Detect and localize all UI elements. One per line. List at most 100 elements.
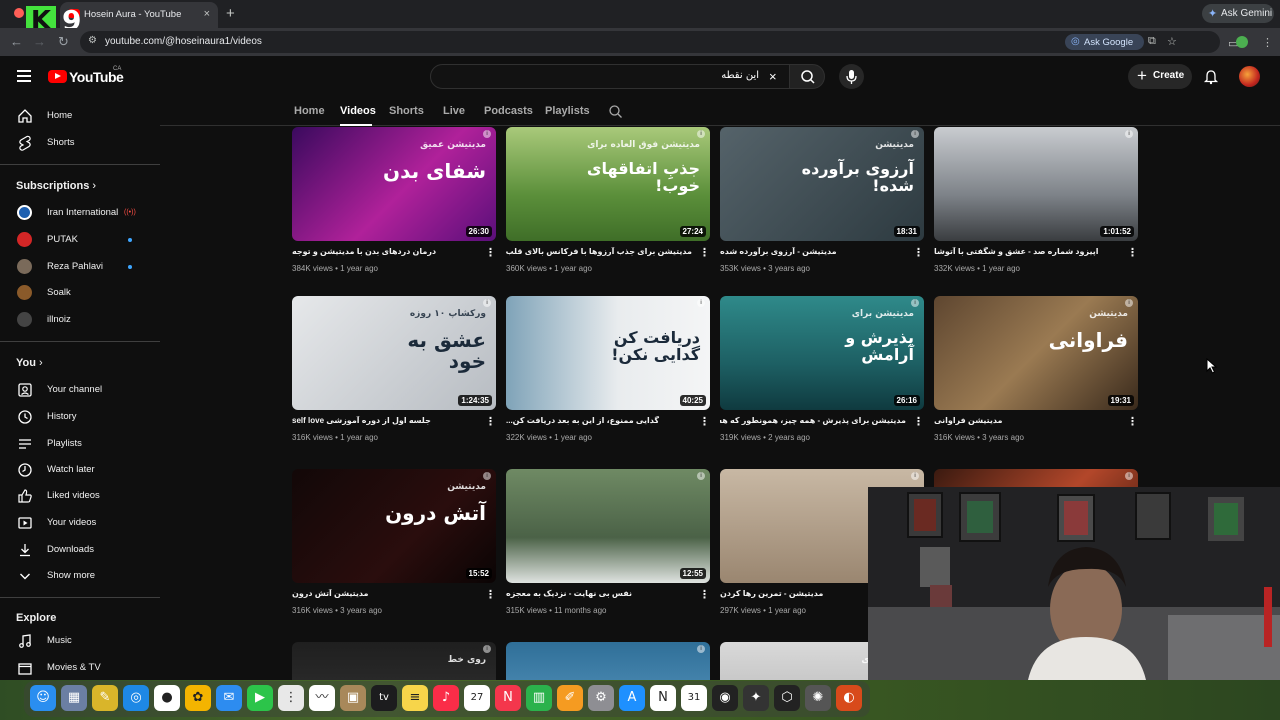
more-actions-icon[interactable]: ⋮ — [485, 415, 496, 428]
tab-live[interactable]: Live — [443, 105, 465, 117]
browser-tab[interactable]: Hosein Aura - YouTube × — [60, 2, 218, 28]
app-icon-2[interactable]: ▣ — [340, 685, 366, 711]
video-thumbnail[interactable]: دریافت کن گدایی نکن! i 40:25 — [506, 296, 710, 410]
account-avatar[interactable] — [1239, 66, 1260, 87]
back-arrow-icon[interactable]: ← — [10, 34, 23, 49]
video-thumbnail[interactable]: i 12:55 — [506, 469, 710, 583]
new-tab-button[interactable]: + — [226, 5, 235, 22]
app-store-icon[interactable]: A — [619, 685, 645, 711]
notifications-bell-icon[interactable] — [1203, 69, 1219, 85]
you-heading[interactable]: You › — [16, 357, 43, 369]
tab-podcasts[interactable]: Podcasts — [484, 105, 533, 117]
sidebar-item-history[interactable]: History — [0, 404, 160, 430]
profile-avatar-icon[interactable] — [1236, 36, 1248, 48]
video-thumbnail[interactable]: مدیتیشن برای پذیرش و آرامش i 26:16 — [720, 296, 924, 410]
music-icon[interactable]: ♪ — [433, 685, 459, 711]
info-icon[interactable]: i — [911, 472, 919, 480]
sidebar-item-playlists[interactable]: Playlists — [0, 431, 160, 457]
video-card[interactable]: i 12:55 نفس بی نهایت - نزدیک به معجزه 315K … — [506, 469, 710, 615]
more-actions-icon[interactable]: ⋮ — [485, 246, 496, 259]
ask-gemini-button[interactable]: ✦ Ask Gemini — [1202, 4, 1274, 23]
video-card[interactable]: مدیتیشن فوق العاده برای جذبِ اتفاقهای خوب… — [506, 127, 710, 273]
info-icon[interactable]: i — [697, 130, 705, 138]
video-card[interactable]: مدیتیشن برای پذیرش و آرامش i 26:16 مدیتیشن ب… — [720, 296, 924, 442]
video-thumbnail[interactable]: مدیتیشن فراوانی i 19:31 — [934, 296, 1138, 410]
video-title[interactable]: مدیتیشن فراوانی — [934, 416, 1120, 425]
info-icon[interactable]: i — [697, 299, 705, 307]
app-icon[interactable]: ✎ — [92, 685, 118, 711]
more-actions-icon[interactable]: ⋮ — [699, 415, 710, 428]
app-icon-7[interactable]: ◐ — [836, 685, 862, 711]
more-actions-icon[interactable]: ⋮ — [699, 588, 710, 601]
more-actions-icon[interactable]: ⋮ — [485, 588, 496, 601]
video-title[interactable]: مدیتیشن آتش درون — [292, 589, 478, 598]
site-settings-icon[interactable]: ⚙ — [88, 35, 97, 46]
video-card[interactable]: i 1:01:52 اپیزود شماره صد - عشق و شگفتی با… — [934, 127, 1138, 273]
forward-arrow-icon[interactable]: → — [33, 34, 46, 49]
more-actions-icon[interactable]: ⋮ — [913, 415, 924, 428]
safari-icon[interactable]: ◎ — [123, 685, 149, 711]
sidebar-item-your-channel[interactable]: Your channel — [0, 377, 160, 403]
video-thumbnail[interactable]: i 1:01:52 — [934, 127, 1138, 241]
search-box[interactable]: × — [430, 64, 790, 89]
video-title[interactable]: درمان دردهای بدن با مدیتیشن و توجه — [292, 247, 478, 256]
video-thumbnail[interactable]: مدیتیشن فوق العاده برای جذبِ اتفاقهای خوب… — [506, 127, 710, 241]
more-actions-icon[interactable]: ⋮ — [699, 246, 710, 259]
video-title[interactable]: نفس بی نهایت - نزدیک به معجزه — [506, 589, 692, 598]
info-icon[interactable]: i — [911, 130, 919, 138]
facetime-icon[interactable]: ▶ — [247, 685, 273, 711]
info-icon[interactable]: i — [483, 299, 491, 307]
tab-shorts[interactable]: Shorts — [389, 105, 424, 117]
freeform-icon[interactable]: 〰 — [309, 685, 335, 711]
search-button[interactable] — [789, 64, 825, 89]
create-button[interactable]: + Create — [1128, 64, 1192, 89]
video-title[interactable]: اپیزود شماره صد - عشق و شگفتی با آتوشا — [934, 247, 1120, 256]
sidebar-item-shorts[interactable]: Shorts — [0, 130, 160, 156]
tab-close-icon[interactable]: × — [204, 8, 210, 20]
video-card[interactable]: مدیتیشن آرزوی برآورده شده! i 18:31 مدیتیشن -… — [720, 127, 924, 273]
video-card[interactable]: i — [506, 642, 710, 680]
video-title[interactable]: مدیتیشن برای پذیرش - همه چیز، همونطور که… — [720, 416, 906, 425]
info-icon[interactable]: i — [697, 645, 705, 653]
video-card[interactable]: ورکشاپ ۱۰ روزه عشق به خود i 1:24:35 جلسه اول… — [292, 296, 496, 442]
info-icon[interactable]: i — [1125, 472, 1133, 480]
news-icon[interactable]: N — [495, 685, 521, 711]
video-card[interactable]: مدیتیشن فراوانی i 19:31 مدیتیشن فراوانی 316K … — [934, 296, 1138, 442]
info-icon[interactable]: i — [911, 299, 919, 307]
app-icon-4[interactable]: ✦ — [743, 685, 769, 711]
numbers-icon[interactable]: ▥ — [526, 685, 552, 711]
url-text[interactable]: youtube.com/@hoseinaura1/videos — [105, 36, 262, 47]
tab-home[interactable]: Home — [294, 105, 325, 117]
mail-icon[interactable]: ✉ — [216, 685, 242, 711]
video-thumbnail[interactable]: مدیتیشن عمیق شفای بدن i 26:30 — [292, 127, 496, 241]
video-thumbnail[interactable]: روی خط i — [292, 642, 496, 680]
sidebar-item-liked-videos[interactable]: Liked videos — [0, 483, 160, 509]
video-title[interactable]: مدیتیشن - آرزوی برآورده شده — [720, 247, 906, 256]
finder-icon[interactable]: ☺ — [30, 685, 56, 711]
sidebar-item-your-videos[interactable]: Your videos — [0, 510, 160, 536]
bookmark-star-icon[interactable]: ☆ — [1167, 35, 1177, 48]
sidebar-item-movies-tv[interactable]: Movies & TV — [0, 655, 160, 680]
video-card[interactable]: دریافت کن گدایی نکن! i 40:25 گدایی ممنوع، ا… — [506, 296, 710, 442]
launchpad-icon[interactable]: ▦ — [61, 685, 87, 711]
ask-google-button[interactable]: ◎ Ask Google — [1065, 34, 1144, 50]
browser-menu-icon[interactable]: ⋮ — [1262, 36, 1273, 49]
tab-playlists[interactable]: Playlists — [545, 105, 590, 117]
info-icon[interactable]: i — [483, 130, 491, 138]
sidebar-item-home[interactable]: Home — [0, 103, 160, 129]
pages-icon[interactable]: ✐ — [557, 685, 583, 711]
info-icon[interactable]: i — [1125, 130, 1133, 138]
video-thumbnail[interactable]: مدیتیشن آرزوی برآورده شده! i 18:31 — [720, 127, 924, 241]
sidebar-item-illnoiz[interactable]: illnoiz — [0, 307, 160, 333]
info-icon[interactable]: i — [697, 472, 705, 480]
sidebar-item-putak[interactable]: PUTAK — [0, 227, 160, 253]
reload-icon[interactable]: ↻ — [58, 34, 69, 50]
sidebar-item-music[interactable]: Music — [0, 628, 160, 654]
sidebar-item-reza-pahlavi[interactable]: Reza Pahlavi — [0, 254, 160, 280]
video-thumbnail[interactable]: ورکشاپ ۱۰ روزه عشق به خود i 1:24:35 — [292, 296, 496, 410]
settings-icon[interactable]: ⚙ — [588, 685, 614, 711]
sidebar-item-watch-later[interactable]: Watch later — [0, 457, 160, 483]
video-card[interactable]: روی خط i — [292, 642, 496, 680]
tv-icon[interactable]: tv — [371, 685, 397, 711]
sidebar-item-show-more[interactable]: Show more — [0, 563, 160, 589]
